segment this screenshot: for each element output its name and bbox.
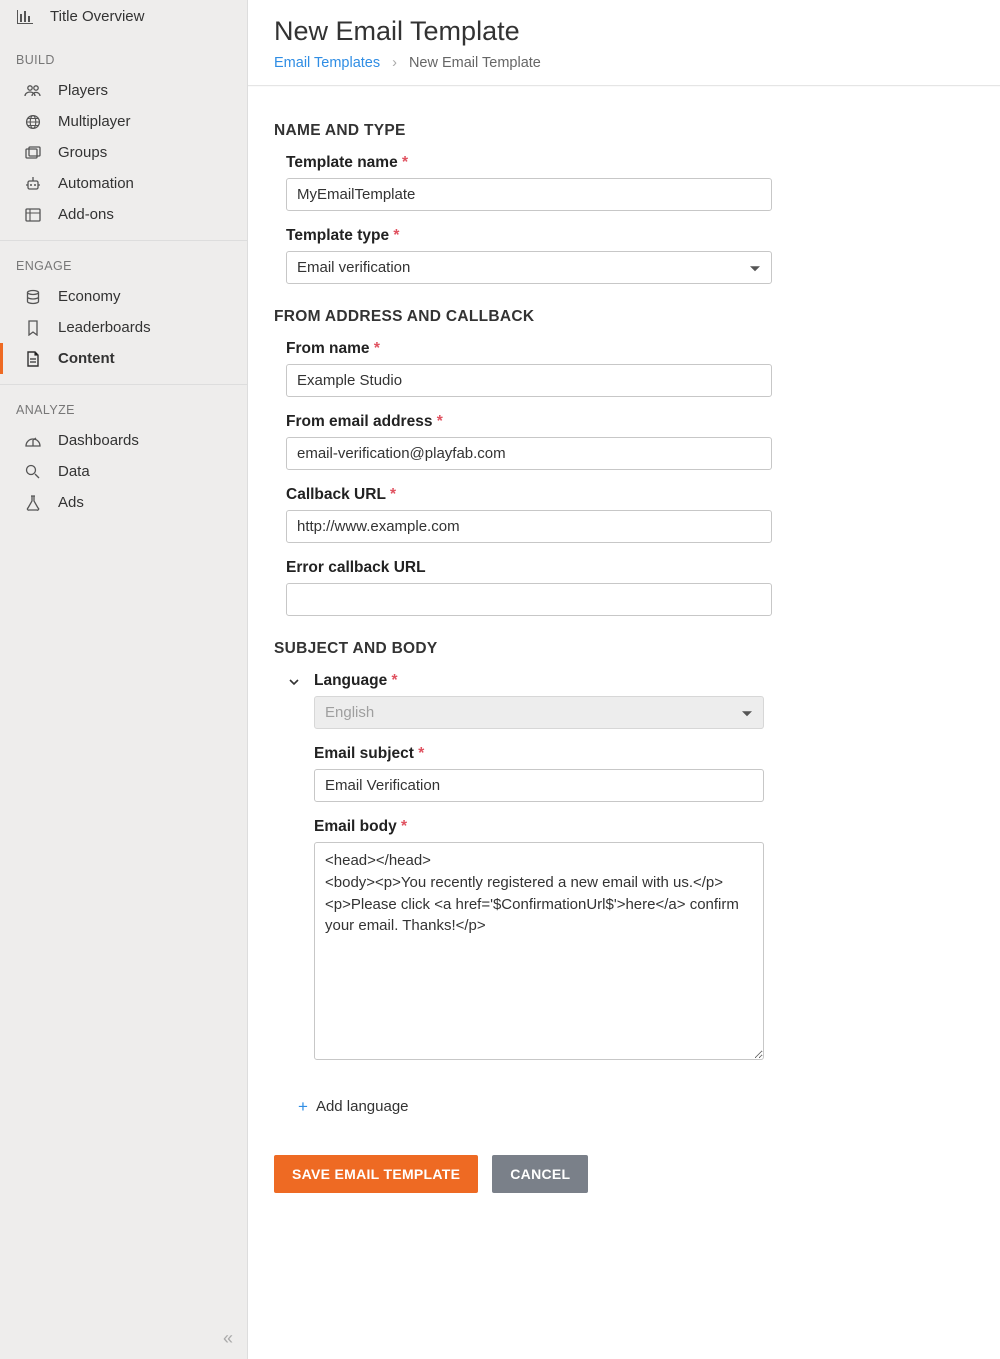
sidebar-item-label: Players [58,82,108,99]
document-icon [24,351,42,367]
search-icon [24,464,42,480]
template-type-label: Template type * [286,227,772,245]
sidebar-title-overview[interactable]: Title Overview [0,0,247,35]
sidebar-item-groups[interactable]: Groups [0,137,247,168]
addons-icon [24,208,42,222]
from-email-label: From email address * [286,413,772,431]
section-title-subject-body: SUBJECT AND BODY [274,640,974,658]
sidebar: Title Overview BUILD Players Multiplayer… [0,0,248,1359]
sidebar-section-build: BUILD [0,35,247,75]
template-name-input[interactable] [286,178,772,211]
sidebar-item-label: Leaderboards [58,319,151,336]
error-callback-url-input[interactable] [286,583,772,616]
page-title: New Email Template [274,16,974,47]
sidebar-item-addons[interactable]: Add-ons [0,199,247,230]
players-icon [24,85,42,97]
sidebar-item-label: Automation [58,175,134,192]
sidebar-item-label: Content [58,350,115,367]
sidebar-item-automation[interactable]: Automation [0,168,247,199]
language-label: Language * [314,672,764,690]
sidebar-section-analyze: ANALYZE [0,385,247,425]
language-collapse-toggle[interactable] [286,674,302,690]
from-email-input[interactable] [286,437,772,470]
sidebar-item-dashboards[interactable]: Dashboards [0,425,247,456]
section-title-name-type: NAME AND TYPE [274,122,974,140]
cancel-button[interactable]: CANCEL [492,1155,588,1193]
save-button[interactable]: SAVE EMAIL TEMPLATE [274,1155,478,1193]
robot-icon [24,176,42,192]
dashboard-icon [24,434,42,448]
sidebar-item-data[interactable]: Data [0,456,247,487]
add-language-button[interactable]: + Add language [286,1080,974,1115]
callback-url-label: Callback URL * [286,486,772,504]
template-type-select[interactable]: Email verification [286,251,772,284]
email-subject-label: Email subject * [314,745,764,763]
sidebar-item-label: Ads [58,494,84,511]
database-icon [24,289,42,305]
groups-icon [24,146,42,160]
sidebar-item-label: Groups [58,144,107,161]
from-name-label: From name * [286,340,772,358]
sidebar-item-economy[interactable]: Economy [0,281,247,312]
from-name-input[interactable] [286,364,772,397]
sidebar-item-players[interactable]: Players [0,75,247,106]
flask-icon [24,495,42,511]
globe-icon [24,114,42,130]
sidebar-item-label: Multiplayer [58,113,131,130]
sidebar-item-label: Economy [58,288,121,305]
add-language-label: Add language [316,1098,409,1115]
email-body-label: Email body * [314,818,764,836]
sidebar-item-ads[interactable]: Ads [0,487,247,518]
sidebar-item-leaderboards[interactable]: Leaderboards [0,312,247,343]
page-header: New Email Template Email Templates › New… [248,0,1000,86]
error-callback-url-label: Error callback URL [286,559,772,577]
sidebar-title-overview-label: Title Overview [50,8,144,25]
bar-chart-icon [16,10,34,24]
template-name-label: Template name * [286,154,772,172]
breadcrumb: Email Templates › New Email Template [274,55,974,71]
main-content: New Email Template Email Templates › New… [248,0,1000,1359]
language-select[interactable]: English [314,696,764,729]
section-title-from-callback: FROM ADDRESS AND CALLBACK [274,308,974,326]
sidebar-item-label: Dashboards [58,432,139,449]
email-subject-input[interactable] [314,769,764,802]
sidebar-item-content[interactable]: Content [0,343,247,374]
sidebar-item-label: Data [58,463,90,480]
email-body-textarea[interactable] [314,842,764,1060]
breadcrumb-parent-link[interactable]: Email Templates [274,55,380,71]
sidebar-item-label: Add-ons [58,206,114,223]
sidebar-collapse-button[interactable]: « [223,1328,233,1349]
chevron-right-icon: › [392,55,397,71]
bookmark-icon [24,320,42,336]
sidebar-section-engage: ENGAGE [0,241,247,281]
breadcrumb-current: New Email Template [409,55,541,71]
sidebar-item-multiplayer[interactable]: Multiplayer [0,106,247,137]
plus-icon: + [298,1098,308,1115]
callback-url-input[interactable] [286,510,772,543]
